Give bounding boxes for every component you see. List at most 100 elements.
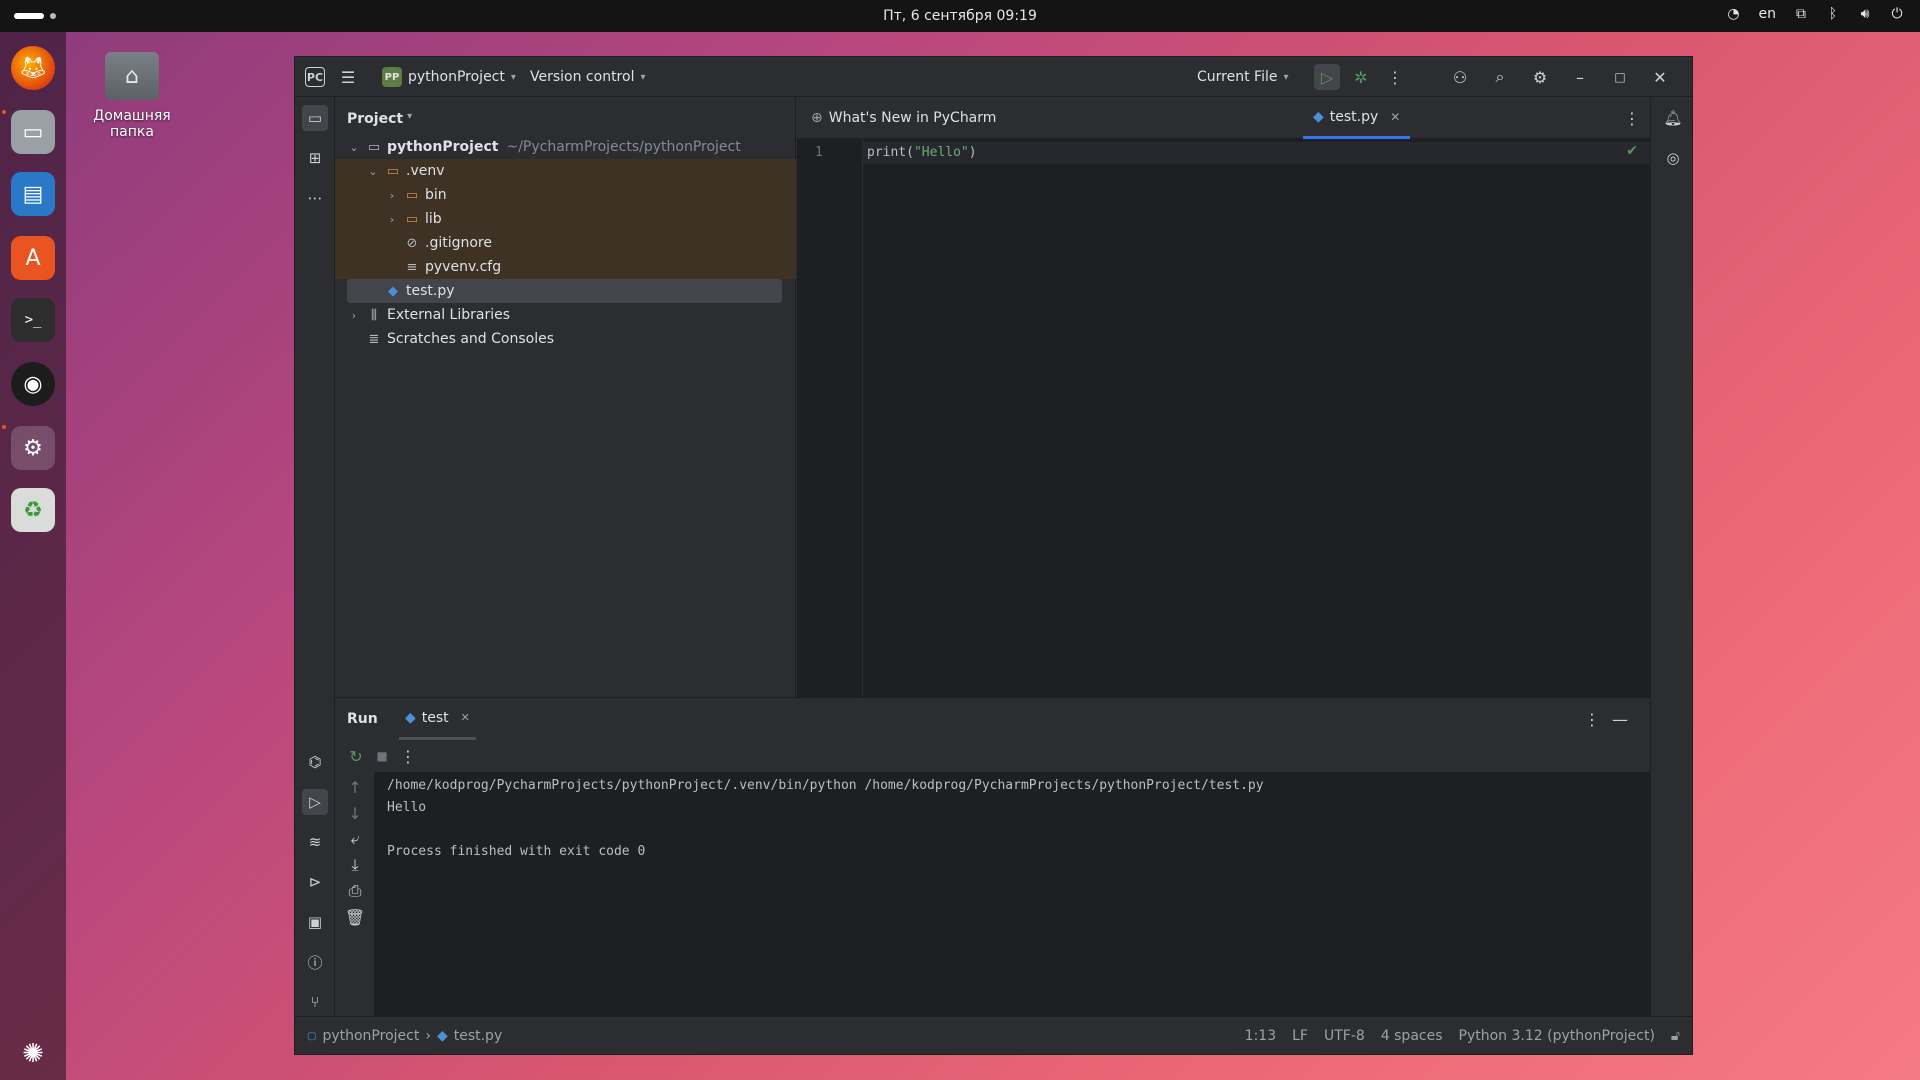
- run-more-icon[interactable]: ⋮: [395, 743, 421, 769]
- writer-icon[interactable]: ▤: [11, 172, 55, 216]
- project-pane-header[interactable]: Project ▾: [347, 111, 412, 127]
- desktop-home-folder[interactable]: ⌂ Домашняя папка: [70, 52, 194, 140]
- caret-position[interactable]: 1:13: [1245, 1028, 1276, 1044]
- close-tab-icon[interactable]: ✕: [1390, 110, 1400, 124]
- hide-panel-icon[interactable]: —: [1607, 706, 1633, 732]
- services-icon[interactable]: ⊳: [302, 869, 328, 895]
- code-string: "Hello": [913, 145, 969, 160]
- problems-icon[interactable]: ⓘ: [302, 949, 328, 975]
- run-tab-label: test: [421, 709, 449, 726]
- rerun-icon[interactable]: ↻: [343, 743, 369, 769]
- editor-gutter: 1: [797, 139, 863, 697]
- folder-icon: ▭: [386, 163, 400, 179]
- python-interpreter[interactable]: Python 3.12 (pythonProject): [1459, 1028, 1655, 1044]
- arrow-up-icon[interactable]: ↑: [342, 774, 368, 800]
- python-file-icon: ◆: [405, 709, 416, 726]
- breadcrumb-project[interactable]: pythonProject: [322, 1028, 419, 1044]
- volume-icon[interactable]: 🔊︎: [1858, 6, 1872, 22]
- chevron-right-icon[interactable]: ›: [385, 213, 399, 226]
- code-editor[interactable]: 1 print("Hello") ✔: [797, 139, 1650, 697]
- vcs-selector[interactable]: Version control ▾: [530, 69, 646, 85]
- run-panel-options-icon[interactable]: ⋮: [1579, 706, 1605, 732]
- ai-assistant-icon[interactable]: ◎: [1660, 145, 1686, 171]
- print-icon[interactable]: ⎙: [342, 878, 368, 904]
- run-panel-header: Run ◆ test ✕ ⋮ —: [335, 698, 1650, 740]
- keyboard-layout[interactable]: en: [1759, 6, 1777, 22]
- tree-item-external[interactable]: › ⫼ External Libraries: [335, 303, 796, 327]
- clear-all-icon[interactable]: 🗑︎: [342, 904, 368, 930]
- inspection-ok-icon[interactable]: ✔: [1626, 143, 1638, 159]
- tree-item-testpy[interactable]: ◆ test.py: [347, 279, 782, 303]
- code-with-me-icon[interactable]: ⚇: [1447, 64, 1473, 90]
- tree-item-bin[interactable]: › ▭ bin: [335, 183, 796, 207]
- maximize-icon[interactable]: □: [1607, 64, 1633, 90]
- chevron-right-icon[interactable]: ›: [347, 309, 361, 322]
- tab-test-py[interactable]: ◆ test.py ✕: [1303, 97, 1411, 139]
- run-config-selector[interactable]: Current File ▾: [1197, 69, 1289, 85]
- arrow-down-icon[interactable]: ↓: [342, 800, 368, 826]
- indent-setting[interactable]: 4 spaces: [1381, 1028, 1443, 1044]
- obs-icon[interactable]: ◉: [11, 362, 55, 406]
- chevron-right-icon[interactable]: ›: [385, 189, 399, 202]
- file-encoding[interactable]: UTF-8: [1324, 1028, 1365, 1044]
- minimize-icon[interactable]: –: [1567, 64, 1593, 90]
- bluetooth-icon[interactable]: ᛒ: [1826, 6, 1840, 22]
- more-tools-icon[interactable]: ⋯: [302, 185, 328, 211]
- show-apps-icon[interactable]: ✺: [11, 1032, 55, 1076]
- close-icon[interactable]: ✕: [1647, 64, 1673, 90]
- main-menu-icon[interactable]: ☰: [335, 64, 361, 90]
- tab-options-icon[interactable]: ⋮: [1619, 105, 1645, 131]
- terminal-tool-icon[interactable]: ▣: [302, 909, 328, 935]
- terminal-icon[interactable]: >_: [11, 298, 55, 342]
- debug-button[interactable]: ✲: [1348, 64, 1374, 90]
- stop-icon[interactable]: ■: [369, 743, 395, 769]
- network-icon[interactable]: ⧉: [1794, 6, 1808, 22]
- settings-icon[interactable]: ⚙: [11, 426, 55, 470]
- app-center-icon[interactable]: A: [11, 236, 55, 280]
- module-icon: ▢: [307, 1030, 317, 1042]
- layers-icon[interactable]: ≋: [302, 829, 328, 855]
- tab-whats-new[interactable]: ⊕ What's New in PyCharm: [811, 97, 996, 139]
- power-icon[interactable]: ⏻: [1890, 6, 1904, 22]
- chevron-down-icon: ▾: [640, 71, 646, 83]
- tree-item-pyvenv[interactable]: ≡ pyvenv.cfg: [335, 255, 796, 279]
- project-tool-icon[interactable]: ▭: [302, 105, 328, 131]
- tree-item-lib[interactable]: › ▭ lib: [335, 207, 796, 231]
- python-packages-icon[interactable]: ⌬: [302, 749, 328, 775]
- line-separator[interactable]: LF: [1292, 1028, 1308, 1044]
- code-paren: ): [968, 145, 977, 160]
- tree-item-scratches[interactable]: ≣ Scratches and Consoles: [335, 327, 796, 351]
- tree-item-gitignore[interactable]: ⊘ .gitignore: [335, 231, 796, 255]
- run-tab-test[interactable]: ◆ test ✕: [399, 698, 476, 740]
- scroll-to-end-icon[interactable]: ⤓: [342, 852, 368, 878]
- search-icon[interactable]: ⌕: [1487, 64, 1513, 90]
- files-icon[interactable]: ▭: [11, 110, 55, 154]
- tree-item-root[interactable]: ⌄ ▭ pythonProject ~/PycharmProjects/pyth…: [335, 135, 796, 159]
- breadcrumb-file[interactable]: test.py: [454, 1028, 503, 1044]
- app-indicator-icon[interactable]: ◔: [1727, 6, 1741, 22]
- dock-running-indicator: [2, 110, 6, 114]
- code-function: print(: [867, 145, 914, 160]
- lock-icon[interactable]: 🔓︎: [1671, 1028, 1680, 1044]
- code-line-1[interactable]: print("Hello"): [867, 145, 977, 160]
- dock-running-indicator: [2, 425, 6, 429]
- home-folder-icon: ⌂: [105, 52, 159, 100]
- run-tool-icon[interactable]: ▷: [302, 789, 328, 815]
- settings-gear-icon[interactable]: ⚙: [1527, 64, 1553, 90]
- chevron-down-icon[interactable]: ⌄: [366, 165, 380, 178]
- notifications-icon[interactable]: 🔔︎: [1660, 105, 1686, 131]
- tree-item-venv[interactable]: ⌄ ▭ .venv: [335, 159, 796, 183]
- trash-icon[interactable]: ♻: [11, 488, 55, 532]
- structure-tool-icon[interactable]: ⊞: [302, 145, 328, 171]
- git-icon[interactable]: ⑂: [302, 989, 328, 1015]
- soft-wrap-icon[interactable]: ⤶: [342, 826, 368, 852]
- vcs-label: Version control: [530, 69, 635, 85]
- close-tab-icon[interactable]: ✕: [461, 711, 470, 724]
- chevron-down-icon[interactable]: ⌄: [347, 141, 361, 154]
- firefox-icon[interactable]: 🦊︎: [11, 46, 55, 90]
- run-button[interactable]: ▷: [1314, 64, 1340, 90]
- clock[interactable]: Пт, 6 сентября 09:19: [0, 8, 1920, 24]
- more-actions-icon[interactable]: ⋮: [1382, 64, 1408, 90]
- console-output[interactable]: /home/kodprog/PycharmProjects/pythonProj…: [375, 772, 1650, 1017]
- project-selector[interactable]: PP pythonProject ▾: [382, 67, 516, 87]
